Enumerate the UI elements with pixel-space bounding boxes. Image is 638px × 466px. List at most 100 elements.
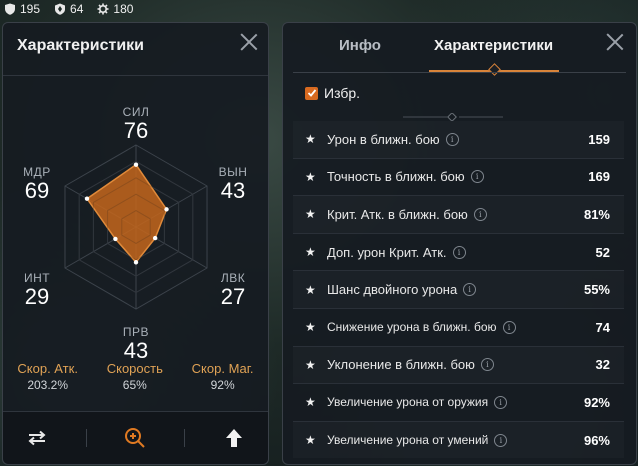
- shield-icon: [5, 3, 15, 15]
- stat-per: ПРВ 43: [106, 325, 166, 363]
- stat-value: 52: [595, 244, 610, 260]
- checkbox-checked-icon[interactable]: [305, 86, 318, 100]
- stat-str: СИЛ 76: [106, 105, 166, 143]
- stats-list: ★ Урон в ближн. бою i 159 ★ Точность в ближн…: [293, 121, 624, 458]
- favorites-label: Избр.: [324, 85, 361, 101]
- radar-vertex: [133, 162, 139, 167]
- stat-value: 55%: [583, 282, 610, 298]
- stat-agi: ЛВК 27: [203, 271, 263, 309]
- star-icon[interactable]: ★: [305, 358, 319, 372]
- stat-value: 74: [595, 319, 610, 335]
- stat-value: 69: [24, 178, 50, 203]
- stat-label: ПРВ: [122, 325, 150, 339]
- star-icon[interactable]: ★: [305, 132, 319, 146]
- divider: [293, 72, 626, 73]
- info-icon[interactable]: i: [494, 433, 508, 447]
- stat-name: Уклонение в ближн. бою: [327, 357, 475, 373]
- resource-gear: 180: [97, 2, 133, 16]
- stat-label: СИЛ: [122, 105, 150, 119]
- swap-button[interactable]: [17, 418, 57, 458]
- info-icon[interactable]: i: [473, 207, 487, 221]
- speed-value: 65%: [122, 378, 147, 392]
- speed-stats: Скор. Атк. 203.2% Скорость 65% Скор. Маг…: [3, 361, 268, 392]
- star-icon[interactable]: ★: [305, 395, 319, 409]
- zoom-button[interactable]: [115, 418, 155, 458]
- star-icon[interactable]: ★: [305, 433, 319, 447]
- info-icon[interactable]: i: [480, 358, 494, 372]
- divider: [85, 429, 87, 447]
- info-icon[interactable]: i: [463, 283, 477, 297]
- characteristics-detail-panel: Инфо Характеристики Избр. ★ Урон в ближн.…: [282, 22, 637, 465]
- characteristics-summary-panel: Характеристики СИЛ 76 ВЫН 43 ЛВК 27 ПРВ …: [2, 22, 269, 465]
- stat-name: Доп. урон Крит. Атк.: [327, 244, 447, 260]
- stat-value: 81%: [583, 206, 610, 222]
- favorites-toggle[interactable]: Избр.: [305, 85, 360, 101]
- panel-toolbar: [3, 411, 268, 464]
- stat-value: 27: [220, 284, 246, 309]
- active-tab-marker: [488, 63, 501, 76]
- info-icon[interactable]: i: [494, 395, 508, 409]
- resource-badge: 64: [54, 2, 83, 16]
- stat-end: ВЫН 43: [203, 165, 263, 203]
- list-item[interactable]: ★ Уклонение в ближн. бою i 32: [293, 345, 624, 384]
- tab-characteristics[interactable]: Характеристики: [434, 37, 553, 54]
- star-icon[interactable]: ★: [305, 170, 319, 184]
- stat-value: 76: [123, 118, 149, 143]
- info-icon[interactable]: i: [452, 245, 466, 259]
- list-item[interactable]: ★ Крит. Атк. в ближн. бою i 81%: [293, 195, 624, 233]
- resource-value: 195: [20, 2, 41, 16]
- divider: [184, 429, 186, 447]
- radar-vertex: [164, 207, 169, 212]
- speed-label: Скор. Атк.: [17, 361, 78, 376]
- radar-vertex: [133, 260, 139, 265]
- badge-icon: [55, 3, 66, 15]
- stat-name: Шанс двойного урона: [327, 282, 458, 298]
- speed-label: Скорость: [106, 361, 163, 376]
- speed-value: 203.2%: [27, 378, 69, 392]
- tab-bar: Инфо Характеристики: [283, 23, 636, 76]
- stat-value: 96%: [583, 432, 610, 448]
- speed-label: Скор. Маг.: [191, 361, 254, 376]
- upgrade-button[interactable]: [214, 418, 254, 458]
- star-icon[interactable]: ★: [305, 207, 319, 221]
- info-icon[interactable]: i: [470, 170, 484, 184]
- info-icon[interactable]: i: [445, 132, 459, 146]
- info-icon[interactable]: i: [502, 320, 516, 334]
- arrow-up-icon: [225, 429, 242, 447]
- move-speed: Скорость 65%: [107, 361, 163, 392]
- speed-value: 92%: [210, 378, 235, 392]
- list-item[interactable]: ★ Шанс двойного урона i 55%: [293, 270, 624, 308]
- stat-wis: МДР 69: [7, 165, 67, 203]
- radar-vertex: [152, 235, 158, 241]
- close-icon[interactable]: [606, 33, 624, 51]
- star-icon[interactable]: ★: [305, 320, 319, 334]
- star-icon[interactable]: ★: [305, 245, 319, 259]
- radar-vertex: [113, 236, 118, 242]
- gear-icon: [97, 3, 109, 15]
- close-icon[interactable]: [240, 33, 258, 51]
- attack-speed: Скор. Атк. 203.2%: [17, 361, 78, 392]
- panel-title: Характеристики: [17, 37, 145, 54]
- stat-name: Увеличение урона от умений: [327, 433, 489, 448]
- resource-shield: 195: [4, 2, 40, 16]
- stat-value: 43: [220, 178, 246, 203]
- stats-radar: СИЛ 76 ВЫН 43 ЛВК 27 ПРВ 43 ИНТ 29 МДР 6…: [3, 75, 268, 365]
- stat-name: Крит. Атк. в ближн. бою: [327, 206, 468, 222]
- list-item[interactable]: ★ Снижение урона в ближн. бою i 74: [293, 307, 624, 346]
- tab-info[interactable]: Инфо: [339, 37, 381, 54]
- stat-value: 159: [588, 131, 610, 147]
- list-item[interactable]: ★ Увеличение урона от умений i 96%: [293, 420, 624, 459]
- stat-value: 43: [123, 338, 149, 363]
- stat-name: Увеличение урона от оружия: [327, 395, 489, 410]
- list-item[interactable]: ★ Доп. урон Крит. Атк. i 52: [293, 232, 624, 271]
- list-item[interactable]: ★ Точность в ближн. бою i 169: [293, 157, 624, 196]
- stat-value: 169: [588, 169, 610, 185]
- swap-arrows-icon: [28, 430, 46, 446]
- resource-value: 64: [70, 2, 84, 16]
- star-icon[interactable]: ★: [305, 283, 319, 297]
- ornament-divider: [403, 113, 503, 121]
- list-item[interactable]: ★ Увеличение урона от оружия i 92%: [293, 383, 624, 421]
- zoom-in-icon: [125, 428, 146, 448]
- list-item[interactable]: ★ Урон в ближн. бою i 159: [293, 121, 624, 158]
- stat-name: Снижение урона в ближн. бою: [327, 320, 497, 335]
